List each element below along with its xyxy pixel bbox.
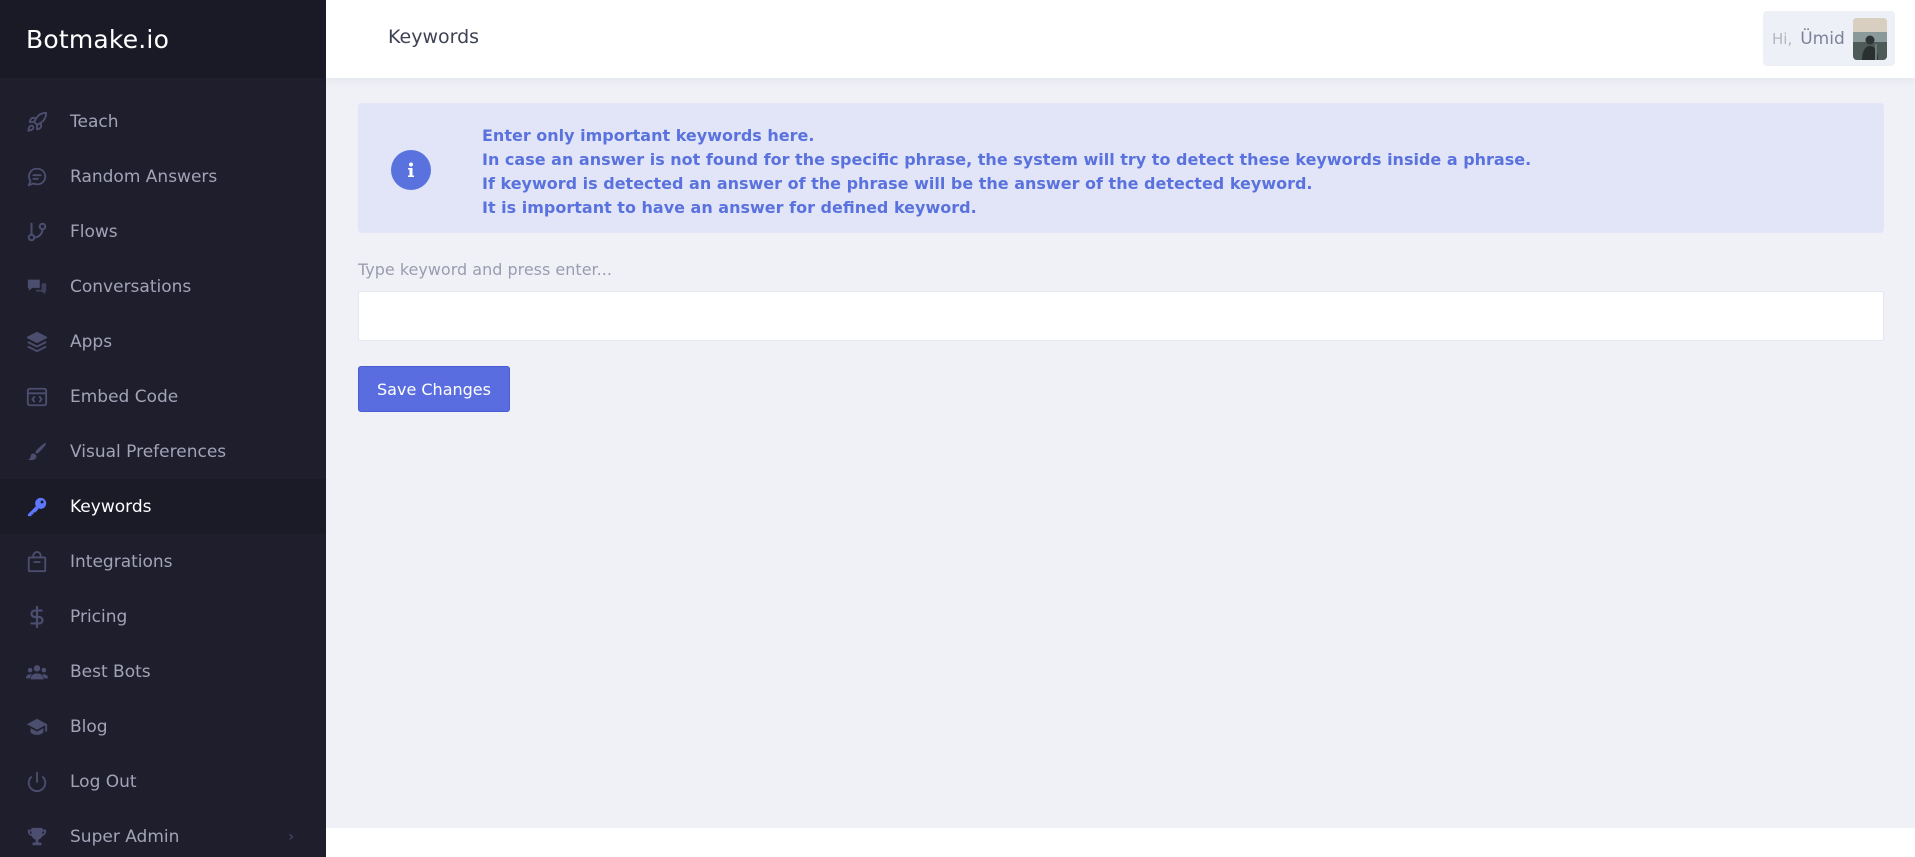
greeting-text: Hi,	[1772, 29, 1793, 48]
trophy-icon	[26, 826, 48, 848]
sidebar-item-label: Keywords	[70, 496, 152, 517]
top-header: Keywords Hi, Ümid	[326, 0, 1915, 78]
chevron-right-icon: ›	[288, 828, 294, 845]
shopping-bag-icon	[26, 550, 48, 573]
alert-line: In case an answer is not found for the s…	[482, 150, 1532, 169]
footer	[326, 828, 1915, 857]
sidebar-item-label: Random Answers	[70, 166, 218, 187]
sidebar-item-label: Flows	[70, 221, 118, 242]
page-title: Keywords	[388, 26, 480, 48]
info-icon	[391, 150, 431, 190]
comments-icon	[26, 276, 48, 298]
keyword-input[interactable]	[358, 291, 1884, 341]
sidebar-item-conversations[interactable]: Conversations	[0, 259, 326, 314]
key-icon	[26, 496, 48, 518]
alert-line: If keyword is detected an answer of the …	[482, 174, 1313, 193]
rocket-icon	[26, 111, 48, 133]
save-changes-button[interactable]: Save Changes	[358, 366, 510, 412]
sidebar-item-label: Blog	[70, 716, 108, 737]
info-alert: Enter only important keywords here. In c…	[358, 103, 1884, 233]
username: Ümid	[1800, 28, 1845, 49]
sidebar-item-label: Conversations	[70, 276, 192, 297]
graduation-cap-icon	[26, 716, 48, 738]
brand-header: Botmake.io	[0, 0, 326, 78]
sidebar-item-label: Super Admin	[70, 826, 180, 847]
chat-bubble-icon	[26, 166, 48, 188]
power-icon	[26, 771, 48, 793]
sidebar-item-flows[interactable]: Flows	[0, 204, 326, 259]
sidebar-item-pricing[interactable]: Pricing	[0, 589, 326, 644]
layers-icon	[26, 331, 48, 353]
sidebar-item-label: Log Out	[70, 771, 137, 792]
sidebar-item-super-admin[interactable]: Super Admin ›	[0, 809, 326, 857]
keyword-input-label: Type keyword and press enter...	[358, 260, 612, 279]
alert-line: Enter only important keywords here.	[482, 126, 815, 145]
alert-line: It is important to have an answer for de…	[482, 198, 977, 217]
sidebar-item-label: Apps	[70, 331, 113, 352]
sidebar-item-label: Integrations	[70, 551, 173, 572]
alert-message: Enter only important keywords here. In c…	[482, 124, 1531, 220]
sidebar-item-teach[interactable]: Teach	[0, 94, 326, 149]
main-content: Enter only important keywords here. In c…	[326, 78, 1915, 828]
sidebar-item-label: Teach	[70, 111, 119, 132]
sidebar-item-label: Embed Code	[70, 386, 179, 407]
sidebar-item-apps[interactable]: Apps	[0, 314, 326, 369]
sidebar-item-visual-preferences[interactable]: Visual Preferences	[0, 424, 326, 479]
brush-icon	[26, 441, 48, 463]
sidebar-nav: Teach Random Answers Flows Conversations	[0, 94, 326, 857]
sidebar-item-keywords[interactable]: Keywords	[0, 479, 326, 534]
sidebar-item-blog[interactable]: Blog	[0, 699, 326, 754]
sidebar-item-log-out[interactable]: Log Out	[0, 754, 326, 809]
code-window-icon	[26, 386, 48, 408]
avatar[interactable]	[1852, 17, 1887, 60]
user-menu-toggle[interactable]: Hi, Ümid	[1763, 11, 1895, 66]
sidebar-item-label: Best Bots	[70, 661, 151, 682]
dollar-icon	[26, 605, 48, 628]
sidebar-item-best-bots[interactable]: Best Bots	[0, 644, 326, 699]
sidebar: Botmake.io Teach Random Answers Flows Co…	[0, 0, 326, 857]
sidebar-item-label: Pricing	[70, 606, 128, 627]
git-branch-icon	[26, 221, 48, 243]
brand-logo-text[interactable]: Botmake.io	[26, 25, 169, 54]
sidebar-item-random-answers[interactable]: Random Answers	[0, 149, 326, 204]
users-icon	[26, 661, 48, 683]
sidebar-item-label: Visual Preferences	[70, 441, 227, 462]
sidebar-item-embed-code[interactable]: Embed Code	[0, 369, 326, 424]
sidebar-item-integrations[interactable]: Integrations	[0, 534, 326, 589]
